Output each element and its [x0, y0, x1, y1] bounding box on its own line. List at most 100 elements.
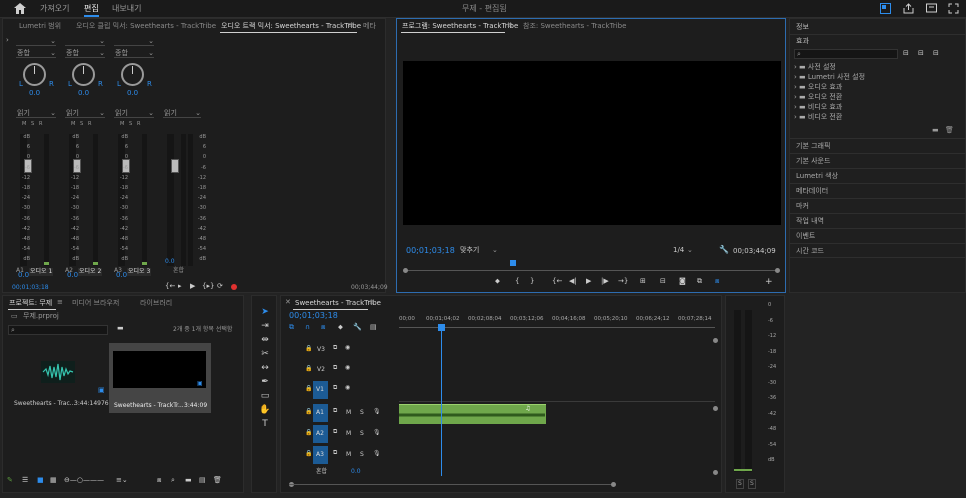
selection-tool-icon[interactable]: ➤ [252, 305, 278, 319]
solo-button[interactable]: S [360, 410, 364, 416]
microphone-icon[interactable]: 🎙 [373, 430, 381, 436]
solo-button[interactable]: S [360, 452, 364, 458]
automate-icon[interactable]: ⧈ [157, 477, 161, 484]
tab-import[interactable]: 가져오기 [40, 5, 69, 13]
mute-button[interactable]: M [71, 122, 75, 127]
go-to-in-icon[interactable]: {← [552, 278, 562, 285]
tab-reference[interactable]: 참조: Sweethearts - TrackTribe [523, 23, 626, 30]
sync-lock-icon[interactable]: ⧉ [333, 429, 337, 435]
track-select-tool-icon[interactable]: ⇥ [252, 319, 278, 333]
program-timecode[interactable]: 00;01;03;18 [406, 247, 455, 255]
snap-icon[interactable]: ∩ [305, 324, 310, 331]
play-icon[interactable]: ▶ [190, 283, 195, 290]
mute-button[interactable]: M [22, 122, 26, 127]
solo-button[interactable]: S [31, 122, 34, 127]
comparison-icon[interactable]: ⧉ [697, 278, 702, 285]
razor-tool-icon[interactable]: ✂ [252, 347, 278, 361]
captions-icon[interactable]: ▤ [370, 324, 377, 331]
source-dropdown[interactable]: 종합 ⌄ [16, 49, 56, 58]
master-volume-value[interactable]: 0.0 [165, 259, 175, 265]
info-label[interactable]: 정보 [796, 24, 809, 31]
sort-icon[interactable]: ≡⌄ [116, 477, 128, 484]
go-to-out-icon[interactable]: →} [618, 278, 628, 285]
track-label[interactable]: A1 [313, 404, 328, 422]
playhead-marker[interactable] [510, 260, 517, 266]
track-label[interactable]: A3 [313, 446, 328, 464]
sync-lock-icon[interactable]: ⧉ [333, 385, 337, 391]
lock-icon[interactable]: 🔒 [305, 451, 312, 457]
fit-dropdown[interactable]: 맞추기 ⌄ [460, 246, 500, 256]
playhead-bar[interactable] [405, 265, 779, 271]
automation-dropdown[interactable]: 읽기 ⌄ [114, 109, 154, 118]
pan-knob[interactable] [121, 63, 144, 86]
pan-value[interactable]: 0.0 [127, 90, 138, 97]
sync-lock-icon[interactable]: ⧉ [333, 450, 337, 456]
automation-dropdown[interactable]: 읽기 ⌄ [163, 109, 201, 118]
panel-item[interactable]: 이벤트 [790, 228, 966, 243]
panel-menu-icon[interactable]: ≡ [507, 22, 513, 29]
home-icon[interactable] [14, 3, 26, 14]
microphone-icon[interactable]: 🎙 [373, 451, 381, 457]
pan-knob[interactable] [72, 63, 95, 86]
tab-program[interactable]: 프로그램: Sweethearts - TrackTribe [402, 23, 518, 30]
audio-clip[interactable]: ♫ [399, 404, 546, 424]
microphone-icon[interactable]: 🎙 [373, 409, 381, 415]
tab-export[interactable]: 내보내기 [112, 5, 141, 13]
lock-icon[interactable]: 🔒 [305, 366, 312, 372]
share-icon[interactable] [903, 3, 914, 14]
vertical-scroll-handle[interactable] [713, 406, 718, 411]
project-item[interactable]: ▣ Sweethearts - TrackTr... 3:44:09 [109, 343, 211, 413]
slip-tool-icon[interactable]: ↔ [252, 361, 278, 375]
loop-icon[interactable]: ▸ [178, 283, 182, 290]
effects-label[interactable]: 효과 [796, 38, 809, 45]
wrench-icon[interactable]: 🔧 [719, 246, 729, 254]
effects-folder[interactable]: › ▬ 오디오 효과 [794, 82, 944, 92]
panel-item[interactable]: 마커 [790, 198, 966, 213]
extract-icon[interactable]: ⊟ [660, 278, 666, 285]
go-to-in-icon[interactable]: {← [165, 283, 175, 290]
mark-in-icon[interactable]: { [515, 278, 519, 285]
panel-menu-icon[interactable]: ≡ [348, 22, 354, 29]
mute-button[interactable]: M [346, 410, 351, 416]
record-button[interactable]: R [88, 122, 91, 127]
pan-value[interactable]: 0.0 [78, 90, 89, 97]
tab-lumetri-scopes[interactable]: Lumetri 범위 [19, 23, 61, 30]
source-dropdown[interactable]: ⌄ [16, 37, 56, 46]
panel-item[interactable]: Lumetri 색상 [790, 168, 966, 183]
vertical-scroll-handle[interactable] [713, 338, 718, 343]
linked-selection-icon[interactable]: ⧈ [321, 324, 325, 331]
effects-folder[interactable]: › ▬ 오디오 전환 [794, 92, 944, 102]
panel-item[interactable]: 작업 내역 [790, 213, 966, 228]
tab-audio-clip-mixer[interactable]: 오디오 클립 믹서: Sweethearts - TrackTribe [76, 23, 216, 30]
tab-libraries[interactable]: 라이브러리 [140, 300, 172, 307]
tab-edit[interactable]: 편집 [84, 5, 99, 13]
panel-menu-icon[interactable]: ≡ [369, 299, 375, 306]
new-folder-icon[interactable]: ▬ [117, 325, 124, 332]
scrub-end-handle[interactable] [775, 268, 780, 273]
resolution-dropdown[interactable]: 1/4 ⌄ [673, 246, 701, 256]
timeline-playhead[interactable] [438, 324, 446, 331]
lock-icon[interactable]: 🔒 [305, 346, 312, 352]
clear-icon[interactable]: 🗑 [213, 477, 222, 484]
track-label[interactable]: V3 [317, 347, 325, 353]
timeline-timecode[interactable]: 00;01;03;18 [289, 312, 338, 320]
new-item-icon[interactable]: ▤ [199, 477, 206, 484]
zoom-slider[interactable]: ⊖—○——— [64, 477, 104, 484]
hand-tool-icon[interactable]: ✋ [252, 403, 278, 417]
panel-item[interactable]: 기본 사운드 [790, 153, 966, 168]
solo-button[interactable]: S [80, 122, 83, 127]
volume-fader[interactable] [171, 159, 179, 173]
lift-icon[interactable]: ⊞ [640, 278, 646, 285]
new-bin-icon[interactable]: ▬ [185, 477, 192, 484]
record-button[interactable]: R [137, 122, 140, 127]
play-icon[interactable]: ▶ [586, 278, 591, 285]
pan-knob[interactable] [23, 63, 46, 86]
play-in-out-icon[interactable]: {▸} [202, 283, 214, 290]
freeform-view-icon[interactable]: ▦ [50, 477, 57, 484]
eye-icon[interactable]: ◉ [345, 365, 350, 371]
automation-dropdown[interactable]: 읽기 ⌄ [65, 109, 105, 118]
solo-right-button[interactable]: S [748, 479, 756, 489]
lock-icon[interactable]: 🔒 [305, 386, 312, 392]
expand-arrow-icon[interactable]: › [6, 37, 9, 44]
nest-icon[interactable]: ⧉ [289, 324, 294, 331]
